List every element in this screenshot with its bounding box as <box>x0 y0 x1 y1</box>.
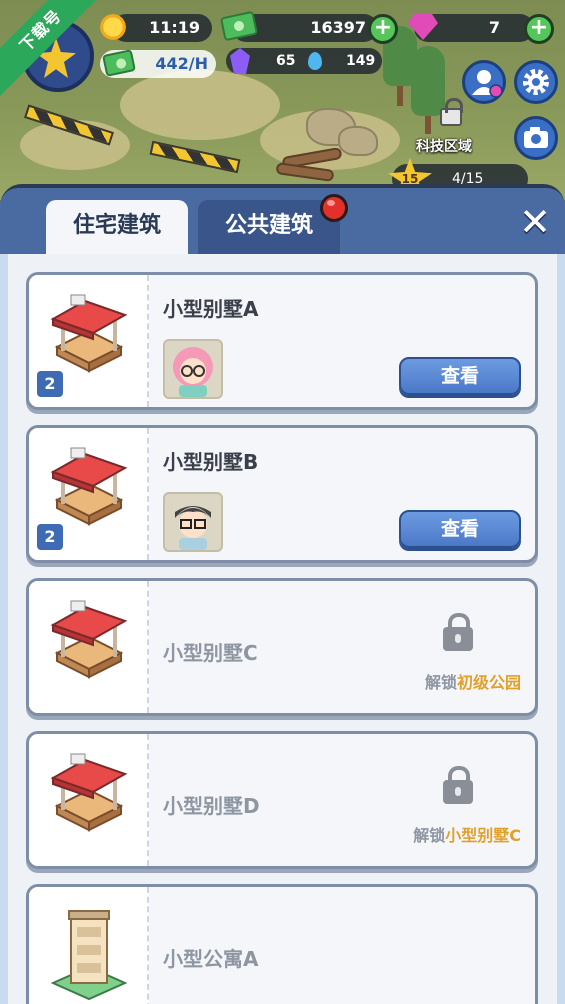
building-name: 小型别墅B <box>163 450 259 474</box>
building-thumbnail <box>29 734 149 866</box>
sand-patch <box>120 70 280 140</box>
sun-icon <box>98 12 128 42</box>
building-panel: 住宅建筑 公共建筑 ✕ 2 小型别墅A 查看 2 小型别墅B 查看 小型别墅C … <box>0 184 565 1004</box>
resident-avatar <box>163 492 223 552</box>
notification-dot <box>320 194 348 222</box>
tab-public[interactable]: 公共建筑 <box>198 200 340 254</box>
building-card[interactable]: 小型公寓A <box>26 884 538 1004</box>
unlock-prefix: 解锁 <box>413 826 446 845</box>
close-button[interactable]: ✕ <box>515 202 555 242</box>
tab-residential[interactable]: 住宅建筑 <box>46 200 188 254</box>
building-card[interactable]: 小型别墅D 解锁小型别墅C <box>26 731 538 869</box>
lock-icon <box>443 766 473 804</box>
add-gems-button[interactable]: + <box>524 14 554 44</box>
camera-button[interactable] <box>514 116 558 160</box>
girl-avatar-icon <box>173 347 213 397</box>
unlock-target: 初级公园 <box>456 673 521 692</box>
water-drop-icon <box>308 52 322 70</box>
building-name: 小型别墅A <box>163 297 259 321</box>
crystal-value: 65 <box>276 53 296 69</box>
building-card[interactable]: 2 小型别墅A 查看 <box>26 272 538 410</box>
building-thumbnail <box>29 581 149 713</box>
zone-label[interactable]: 科技区域 <box>416 136 472 156</box>
camera-icon <box>524 127 548 148</box>
building-count-badge: 2 <box>37 524 63 550</box>
unlock-requirement: 解锁小型别墅C <box>413 822 521 846</box>
building-name: 小型别墅C <box>163 641 258 665</box>
building-name: 小型别墅D <box>163 794 260 818</box>
view-button[interactable]: 查看 <box>399 357 521 395</box>
building-thumbnail <box>29 887 149 1004</box>
villa-icon <box>50 753 128 832</box>
profile-button[interactable] <box>462 60 506 104</box>
building-list[interactable]: 2 小型别墅A 查看 2 小型别墅B 查看 小型别墅C 解锁初级公园 小型别墅D… <box>8 254 557 1004</box>
building-card[interactable]: 小型别墅C 解锁初级公园 <box>26 578 538 716</box>
unlock-requirement: 解锁初级公园 <box>425 669 521 693</box>
resources-display: 65 149 <box>226 48 382 74</box>
gem-value: 7 <box>488 18 500 37</box>
boy-avatar-icon <box>175 506 211 550</box>
profile-icon <box>472 70 503 98</box>
unlock-prefix: 解锁 <box>424 673 457 692</box>
tab-bar: 住宅建筑 公共建筑 ✕ <box>0 188 565 254</box>
building-card[interactable]: 2 小型别墅B 查看 <box>26 425 538 563</box>
resident-avatar <box>163 339 223 399</box>
building-count-badge: 2 <box>37 371 63 397</box>
close-icon: ✕ <box>519 200 551 244</box>
tree <box>411 46 445 116</box>
villa-icon <box>50 600 128 679</box>
lock-icon <box>443 613 473 651</box>
apartment-icon <box>50 910 128 1001</box>
lock-icon <box>440 98 463 126</box>
settings-button[interactable] <box>514 60 558 104</box>
unlock-target: 小型别墅C <box>445 826 521 845</box>
income-value: 442/H <box>155 54 208 73</box>
building-name: 小型公寓A <box>163 947 259 971</box>
add-cash-button[interactable]: + <box>368 14 398 44</box>
gear-icon <box>523 69 549 95</box>
building-thumbnail: 2 <box>29 275 149 407</box>
construction-barrier <box>149 140 241 174</box>
view-button[interactable]: 查看 <box>399 510 521 548</box>
rock <box>338 126 378 156</box>
cash-value: 16397 <box>310 18 366 37</box>
time-value: 11:19 <box>149 18 200 37</box>
water-value: 149 <box>346 53 376 69</box>
building-thumbnail: 2 <box>29 428 149 560</box>
